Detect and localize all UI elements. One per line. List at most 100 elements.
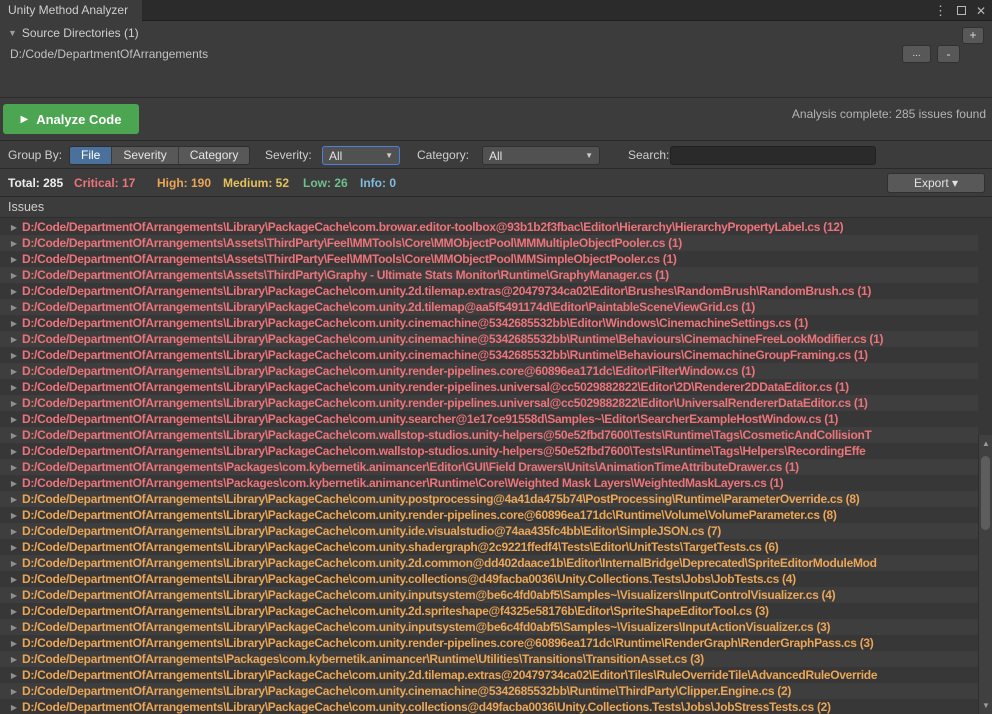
expand-triangle-icon[interactable]: ▶ [6, 687, 22, 696]
issue-row[interactable]: ▶ D:/Code/DepartmentOfArrangements\Libra… [0, 315, 978, 331]
kebab-menu-icon[interactable]: ⋮ [934, 4, 947, 17]
category-dropdown[interactable]: All ▼ [482, 146, 600, 165]
expand-triangle-icon[interactable]: ▶ [6, 335, 22, 344]
expand-triangle-icon[interactable]: ▶ [6, 351, 22, 360]
expand-triangle-icon[interactable]: ▶ [6, 287, 22, 296]
issue-row[interactable]: ▶ D:/Code/DepartmentOfArrangements\Libra… [0, 603, 978, 619]
expand-triangle-icon[interactable]: ▶ [6, 655, 22, 664]
add-directory-button[interactable]: + [962, 27, 984, 44]
expand-triangle-icon[interactable]: ▶ [6, 303, 22, 312]
issue-row[interactable]: ▶ D:/Code/DepartmentOfArrangements\Libra… [0, 635, 978, 651]
issue-row-label: D:/Code/DepartmentOfArrangements\Assets\… [22, 268, 669, 282]
expand-triangle-icon[interactable]: ▶ [6, 463, 22, 472]
expand-triangle-icon[interactable]: ▶ [6, 671, 22, 680]
issue-row[interactable]: ▶ D:/Code/DepartmentOfArrangements\Libra… [0, 619, 978, 635]
expand-triangle-icon[interactable]: ▶ [6, 559, 22, 568]
expand-triangle-icon[interactable]: ▶ [6, 639, 22, 648]
close-icon[interactable]: ✕ [976, 5, 986, 17]
play-icon: ▶ [21, 114, 29, 125]
issue-row[interactable]: ▶ D:/Code/DepartmentOfArrangements\Libra… [0, 427, 978, 443]
issue-row[interactable]: ▶ D:/Code/DepartmentOfArrangements\Asset… [0, 235, 978, 251]
browse-directory-button[interactable]: ... [902, 45, 931, 63]
export-button[interactable]: Export ▾ [887, 173, 985, 193]
expand-triangle-icon[interactable]: ▶ [6, 575, 22, 584]
issue-row[interactable]: ▶ D:/Code/DepartmentOfArrangements\Libra… [0, 507, 978, 523]
source-directory-path[interactable]: D:/Code/DepartmentOfArrangements [10, 47, 208, 61]
expand-triangle-icon[interactable]: ▶ [6, 319, 22, 328]
window-controls: ⋮ ✕ [934, 0, 986, 21]
issue-row-label: D:/Code/DepartmentOfArrangements\Library… [22, 316, 808, 330]
issues-title: Issues [8, 200, 44, 214]
issue-row[interactable]: ▶ D:/Code/DepartmentOfArrangements\Libra… [0, 219, 978, 235]
foldout-triangle-icon: ▼ [8, 28, 17, 38]
issue-row[interactable]: ▶ D:/Code/DepartmentOfArrangements\Libra… [0, 299, 978, 315]
expand-triangle-icon[interactable]: ▶ [6, 527, 22, 536]
issue-row-label: D:/Code/DepartmentOfArrangements\Library… [22, 636, 873, 650]
issue-row[interactable]: ▶ D:/Code/DepartmentOfArrangements\Libra… [0, 555, 978, 571]
expand-triangle-icon[interactable]: ▶ [6, 223, 22, 232]
vertical-scrollbar[interactable]: ▲ ▼ [978, 435, 992, 714]
group-by-file-button[interactable]: File [70, 147, 112, 164]
expand-triangle-icon[interactable]: ▶ [6, 383, 22, 392]
expand-triangle-icon[interactable]: ▶ [6, 607, 22, 616]
issue-row-label: D:/Code/DepartmentOfArrangements\Library… [22, 412, 838, 426]
issue-row[interactable]: ▶ D:/Code/DepartmentOfArrangements\Libra… [0, 491, 978, 507]
issue-row-label: D:/Code/DepartmentOfArrangements\Library… [22, 620, 830, 634]
scrollbar-thumb[interactable] [981, 456, 990, 530]
expand-triangle-icon[interactable]: ▶ [6, 543, 22, 552]
search-input[interactable] [670, 146, 876, 165]
analyze-code-button[interactable]: ▶ Analyze Code [3, 104, 139, 134]
issue-row[interactable]: ▶ D:/Code/DepartmentOfArrangements\Libra… [0, 539, 978, 555]
category-filter-label: Category: [417, 148, 469, 162]
issue-row[interactable]: ▶ D:/Code/DepartmentOfArrangements\Libra… [0, 587, 978, 603]
analysis-status-text: Analysis complete: 285 issues found [792, 107, 986, 121]
window-tab[interactable]: Unity Method Analyzer [0, 0, 142, 21]
issue-row[interactable]: ▶ D:/Code/DepartmentOfArrangements\Libra… [0, 331, 978, 347]
group-by-category-button[interactable]: Category [179, 147, 250, 164]
issue-row[interactable]: ▶ D:/Code/DepartmentOfArrangements\Libra… [0, 395, 978, 411]
scroll-up-icon[interactable]: ▲ [979, 437, 992, 450]
issue-row-label: D:/Code/DepartmentOfArrangements\Package… [22, 476, 783, 490]
issue-row[interactable]: ▶ D:/Code/DepartmentOfArrangements\Libra… [0, 379, 978, 395]
issue-row[interactable]: ▶ D:/Code/DepartmentOfArrangements\Libra… [0, 411, 978, 427]
expand-triangle-icon[interactable]: ▶ [6, 255, 22, 264]
group-by-label: Group By: [8, 148, 62, 162]
remove-directory-button[interactable]: - [937, 45, 960, 63]
issue-row[interactable]: ▶ D:/Code/DepartmentOfArrangements\Asset… [0, 267, 978, 283]
expand-triangle-icon[interactable]: ▶ [6, 271, 22, 280]
issue-row[interactable]: ▶ D:/Code/DepartmentOfArrangements\Libra… [0, 571, 978, 587]
issue-row-label: D:/Code/DepartmentOfArrangements\Library… [22, 700, 831, 714]
expand-triangle-icon[interactable]: ▶ [6, 415, 22, 424]
issue-row[interactable]: ▶ D:/Code/DepartmentOfArrangements\Packa… [0, 651, 978, 667]
issue-row[interactable]: ▶ D:/Code/DepartmentOfArrangements\Libra… [0, 363, 978, 379]
severity-dropdown[interactable]: All ▼ [322, 146, 400, 165]
issue-row[interactable]: ▶ D:/Code/DepartmentOfArrangements\Libra… [0, 347, 978, 363]
issue-row-label: D:/Code/DepartmentOfArrangements\Library… [22, 508, 837, 522]
expand-triangle-icon[interactable]: ▶ [6, 399, 22, 408]
expand-triangle-icon[interactable]: ▶ [6, 367, 22, 376]
expand-triangle-icon[interactable]: ▶ [6, 623, 22, 632]
issue-row[interactable]: ▶ D:/Code/DepartmentOfArrangements\Packa… [0, 475, 978, 491]
issue-row[interactable]: ▶ D:/Code/DepartmentOfArrangements\Libra… [0, 523, 978, 539]
group-by-severity-button[interactable]: Severity [112, 147, 178, 164]
issue-row[interactable]: ▶ D:/Code/DepartmentOfArrangements\Libra… [0, 699, 978, 714]
expand-triangle-icon[interactable]: ▶ [6, 447, 22, 456]
expand-triangle-icon[interactable]: ▶ [6, 511, 22, 520]
scroll-down-icon[interactable]: ▼ [979, 699, 992, 712]
maximize-icon[interactable] [957, 6, 966, 15]
issue-row[interactable]: ▶ D:/Code/DepartmentOfArrangements\Libra… [0, 683, 978, 699]
issue-row[interactable]: ▶ D:/Code/DepartmentOfArrangements\Libra… [0, 443, 978, 459]
expand-triangle-icon[interactable]: ▶ [6, 239, 22, 248]
expand-triangle-icon[interactable]: ▶ [6, 703, 22, 712]
summary-row: Total: 285 Critical: 17 High: 190 Medium… [0, 170, 992, 197]
issue-row[interactable]: ▶ D:/Code/DepartmentOfArrangements\Libra… [0, 667, 978, 683]
expand-triangle-icon[interactable]: ▶ [6, 479, 22, 488]
group-by-segmented-control: File Severity Category [69, 146, 250, 165]
issue-row[interactable]: ▶ D:/Code/DepartmentOfArrangements\Libra… [0, 283, 978, 299]
expand-triangle-icon[interactable]: ▶ [6, 431, 22, 440]
issue-row[interactable]: ▶ D:/Code/DepartmentOfArrangements\Packa… [0, 459, 978, 475]
expand-triangle-icon[interactable]: ▶ [6, 591, 22, 600]
issue-row[interactable]: ▶ D:/Code/DepartmentOfArrangements\Asset… [0, 251, 978, 267]
source-directories-foldout[interactable]: ▼ Source Directories (1) [8, 26, 139, 40]
expand-triangle-icon[interactable]: ▶ [6, 495, 22, 504]
